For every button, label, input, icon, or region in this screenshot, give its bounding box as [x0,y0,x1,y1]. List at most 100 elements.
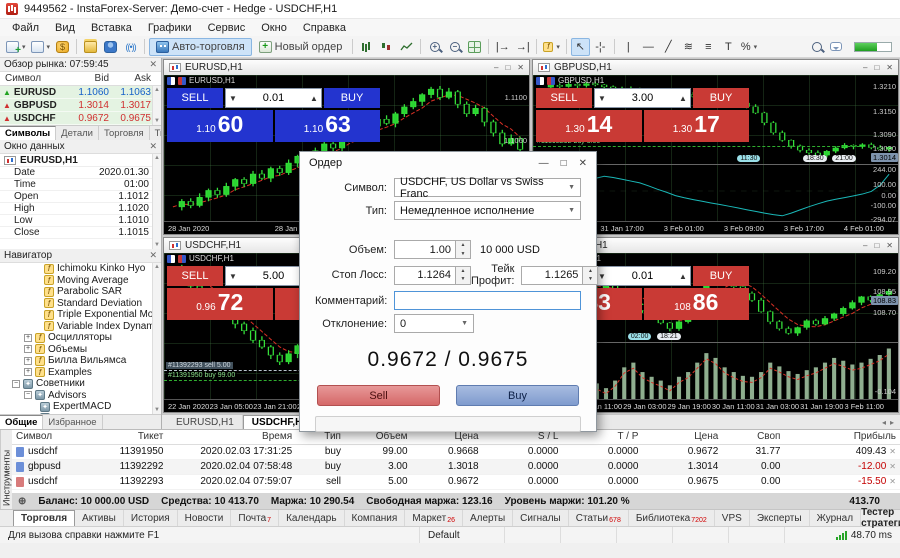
market-watch-row[interactable]: ▲USDCHF 0.9672 0.9675 [0,112,161,125]
candle-chart-mode-button[interactable] [377,38,396,56]
navigator-group-item[interactable]: + fБилла Вильямса [0,355,161,367]
data-window-close-icon[interactable]: ✕ [149,141,157,152]
expand-summary-icon[interactable]: ⊕ [18,496,26,507]
navigator-close-icon[interactable]: ✕ [149,250,157,261]
column-header[interactable]: Тикет [87,430,167,444]
volume-stepper[interactable]: ▼0.01▲ [225,88,322,108]
window-close-button[interactable]: ✕ [517,63,524,72]
navigator-indicator-item[interactable]: fIchimoku Kinko Hyo [0,263,161,275]
toolbox-tab[interactable]: Почта7 [231,510,279,526]
close-position-icon[interactable]: ✕ [889,447,896,456]
window-close-button[interactable]: ✕ [886,241,893,250]
navigator-group-item[interactable]: + fОсцилляторы [0,332,161,344]
navigator-advisors-group[interactable]: − ✦Advisors [0,390,161,402]
window-maximize-button[interactable]: □ [505,63,510,72]
algo-trading-button[interactable]: Авто-торговля [149,38,252,56]
objects-tool-button[interactable]: %▾ [739,38,759,56]
navigator-indicator-item[interactable]: fVariable Index Dynamic A [0,321,161,333]
market-watch-tab[interactable]: Детали [56,126,99,140]
collapse-icon[interactable]: − [12,380,20,388]
buy-price[interactable]: 1.1063 [275,110,381,142]
toolbox-tab[interactable]: Сигналы [513,510,569,526]
navigator-indicator-item[interactable]: fParabolic SAR [0,286,161,298]
symbol-select[interactable]: USDCHF, US Dollar vs Swiss Franc▼ [394,178,581,197]
sell-button[interactable]: SELL [167,266,223,286]
menu-item[interactable]: Справка [295,21,354,35]
chart-window-titlebar[interactable]: EURUSD,H1 –□✕ [164,60,529,75]
expand-icon[interactable]: + [24,334,32,342]
navigator-tab[interactable]: Общие [0,415,43,429]
toolbox-tab[interactable]: Новости [178,510,232,526]
vertical-line-tool-button[interactable]: | [619,38,638,56]
deviation-select[interactable]: 0▼ [394,314,474,333]
window-minimize-button[interactable]: – [494,63,498,72]
status-profile[interactable]: Default [420,527,505,543]
tab-scroll-left-icon[interactable]: ◂ [882,418,886,427]
zoom-out-button[interactable]: − [445,38,464,56]
market-watch-row[interactable]: ▲EURUSD 1.1060 1.1063 [0,86,161,99]
market-watch-close-icon[interactable]: ✕ [149,59,157,70]
volume-decrease-button[interactable]: ▼ [595,94,609,103]
menu-item[interactable]: Вставка [83,21,140,35]
navigator-indicator-item[interactable]: fTriple Exponential Movin [0,309,161,321]
navigator-expert-item[interactable]: ✦ExpertMAMA [0,413,161,415]
column-header[interactable]: Цена [642,430,722,444]
sell-button[interactable]: SELL [167,88,223,108]
strategy-tester-link[interactable]: Тестер стратегий [861,510,900,526]
market-watch-header[interactable]: Обзор рынка: 07:59:45 ✕ [0,58,161,72]
buy-button[interactable]: BUY [324,88,380,108]
navigator-scrollbar[interactable]: ▲▼ [152,263,161,414]
volume-increase-button[interactable]: ▲ [676,272,690,281]
toolbox-tab[interactable]: Библиотека7202 [629,510,715,526]
buy-price[interactable]: 10886 [644,288,750,320]
column-header[interactable]: Время [167,430,296,444]
take-profit-field[interactable]: 1.1265▲▼ [521,266,598,285]
stop-loss-spinner[interactable]: ▲▼ [456,266,471,285]
window-maximize-button[interactable]: □ [874,63,879,72]
navigator-group-item[interactable]: + fExamples [0,367,161,379]
text-tool-button[interactable]: T [719,38,738,56]
auto-scroll-button[interactable]: |→ [493,38,512,56]
window-minimize-button[interactable]: – [863,241,867,250]
accounts-button[interactable]: $ [53,38,72,56]
order-dialog-titlebar[interactable]: Ордер —□✕ [300,152,596,174]
expand-icon[interactable]: + [24,357,32,365]
dialog-maximize-button[interactable]: □ [561,158,567,169]
community-button[interactable] [101,38,120,56]
line-chart-mode-button[interactable] [397,38,416,56]
toolbox-tab[interactable]: Журнал [810,510,862,526]
fibonacci-tool-button[interactable]: ≋ [679,38,698,56]
menu-item[interactable]: Сервис [200,21,254,35]
toolbox-tab[interactable]: Алерты [463,510,513,526]
market-watch-scrollbar[interactable]: ▲▼ [152,86,161,125]
sell-price[interactable]: 1.3014 [536,110,642,142]
connection-latency[interactable]: 48.70 ms [828,530,900,541]
take-profit-spinner[interactable]: ▲▼ [583,266,598,285]
toolbox-tab[interactable]: VPS [715,510,750,526]
close-position-icon[interactable]: ✕ [889,462,896,471]
toolbox-tab[interactable]: Активы [75,510,124,526]
buy-price[interactable]: 1.3017 [644,110,750,142]
sell-price[interactable]: 1.1060 [167,110,273,142]
toolbox-side-tab[interactable]: Инструменты [0,430,12,509]
volume-decrease-button[interactable]: ▼ [226,94,240,103]
volume-field[interactable]: 1.00▲▼ [394,240,471,259]
window-minimize-button[interactable]: – [863,63,867,72]
market-watch-row[interactable]: ▲GBPUSD 1.3014 1.3017 [0,99,161,112]
toolbox-tab[interactable]: Эксперты [750,510,810,526]
position-row[interactable]: gbpusd 11392292 2020.02.04 07:58:48 buy … [12,459,900,474]
dialog-close-button[interactable]: ✕ [579,158,587,169]
toolbox-tab[interactable]: Статьи678 [569,510,629,526]
chart-tab[interactable]: EURUSD,H1 [168,415,243,429]
volume-value[interactable]: 3.00 [609,92,676,104]
market-watch-tab[interactable]: Тики [150,126,161,140]
order-type-select[interactable]: Немедленное исполнение▼ [394,201,581,220]
bar-chart-mode-button[interactable] [357,38,376,56]
navigator-header[interactable]: Навигатор ✕ [0,249,161,263]
navigator-tab[interactable]: Избранное [43,415,102,429]
navigator-indicator-item[interactable]: fStandard Deviation [0,298,161,310]
buy-button[interactable]: BUY [693,88,749,108]
position-row[interactable]: usdchf 11391950 2020.02.03 17:31:25 buy … [12,444,900,459]
data-window-scrollbar[interactable]: ▲▼ [152,154,161,249]
collapse-icon[interactable]: − [24,391,32,399]
